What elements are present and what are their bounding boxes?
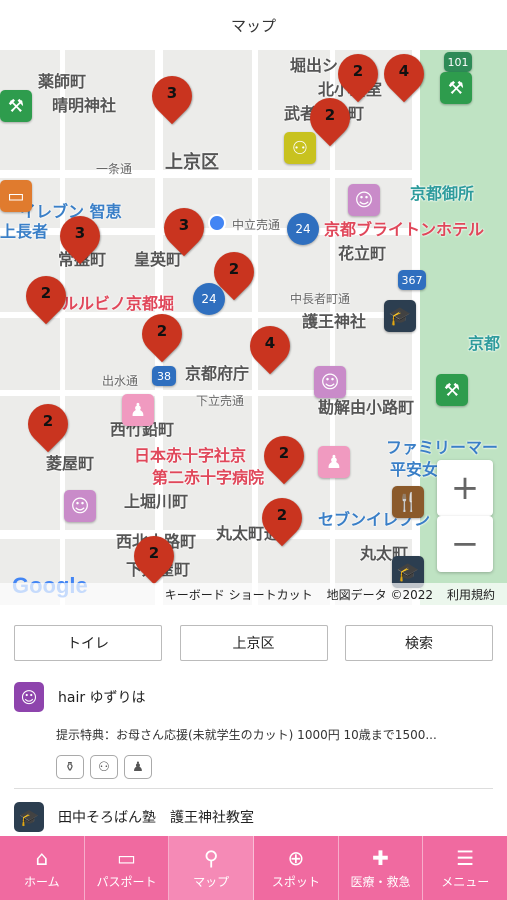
restaurant-icon[interactable]: 🍴 <box>392 486 424 518</box>
map-label: 日本赤十字社京 <box>134 446 247 465</box>
location-dot <box>208 214 226 232</box>
map-label: 堀出シ <box>290 56 339 75</box>
route-shield: 38 <box>152 366 176 386</box>
cluster-marker[interactable]: 4 <box>375 50 433 104</box>
map-label: 護王神社 <box>302 312 367 331</box>
spot-search-icon: ⊕ <box>287 845 305 870</box>
item-description: 提示特典：お母さん応援(未就学生のカット) 1000円 10歳まで1500... <box>56 728 437 742</box>
map-label: 下立売通 <box>196 394 245 408</box>
route-shield: 101 <box>444 52 472 72</box>
map-label: 上堀川町 <box>124 492 189 511</box>
map-label: 第二赤十字病院 <box>152 468 265 487</box>
map-label: ファミリーマー <box>386 438 499 457</box>
item-title: hair ゆずりは <box>58 690 146 706</box>
cluster-marker[interactable]: 2 <box>205 243 263 302</box>
map-label: 京都府庁 <box>185 364 250 383</box>
map-label: 京都ブライトンホテル <box>324 220 485 239</box>
salon-icon[interactable]: ☺ <box>64 490 96 522</box>
bottle-icon: ⚱ <box>56 755 84 779</box>
map-label: 上京区 <box>165 152 219 173</box>
road <box>60 50 65 605</box>
filter-toilet-button[interactable]: トイレ <box>14 625 162 661</box>
terms-link[interactable]: 利用規約 <box>447 586 495 603</box>
home-icon: ⌂ <box>35 845 49 870</box>
cluster-marker[interactable]: 4 <box>241 317 299 376</box>
page-title: マップ <box>230 16 276 35</box>
cluster-marker[interactable]: 2 <box>125 527 183 586</box>
nav-passport[interactable]: ▭ パスポート <box>85 836 170 900</box>
restroom-icon: ⚇ <box>90 755 118 779</box>
nav-medical[interactable]: ✚ 医療・救急 <box>339 836 424 900</box>
map-view[interactable]: 薬師町 晴明神社 上京区 イレブン 智恵 上長者 常盤町 皇英町 中立売通 ホテ… <box>0 50 507 605</box>
list-item[interactable]: ☺ hair ゆずりは 提示特典：お母さん応援(未就学生のカット) 1000円 … <box>14 682 493 779</box>
route-shield: 24 <box>287 213 319 245</box>
cluster-marker[interactable]: 3 <box>51 207 109 266</box>
keyboard-shortcuts-link[interactable]: キーボード ショートカット <box>165 586 313 603</box>
map-data-text: 地図データ ©2022 <box>326 587 433 602</box>
graduation-cap-icon[interactable]: 🎓 <box>384 300 416 332</box>
cluster-marker[interactable]: 2 <box>301 89 359 148</box>
map-label: 花立町 <box>338 244 387 263</box>
zoom-out-button[interactable]: − <box>437 516 493 572</box>
list-item[interactable]: 🎓 田中そろばん塾 護王神社教室 <box>14 802 493 832</box>
tool-icon[interactable]: ⚒ <box>440 72 472 104</box>
cluster-marker[interactable]: 3 <box>155 199 213 258</box>
menu-icon: ☰ <box>456 845 475 870</box>
filter-area-button[interactable]: 上京区 <box>179 625 328 661</box>
baby-care-icon[interactable]: ♟ <box>122 394 154 426</box>
cluster-marker[interactable]: 2 <box>253 489 311 548</box>
map-label: 京都御所 <box>410 184 475 203</box>
map-label: 一条通 <box>96 162 133 176</box>
nav-spot[interactable]: ⊕ スポット <box>254 836 339 900</box>
zoom-in-button[interactable]: + <box>437 460 493 516</box>
cluster-marker[interactable]: 2 <box>19 395 77 454</box>
cluster-marker[interactable]: 2 <box>17 267 75 326</box>
map-attribution: キーボード ショートカット 地図データ ©2022 利用規約 <box>0 583 507 605</box>
map-label: 出水通 <box>102 374 139 388</box>
cluster-marker[interactable]: 2 <box>133 305 191 364</box>
item-title: 田中そろばん塾 護王神社教室 <box>58 810 254 826</box>
route-shield: 367 <box>398 270 426 290</box>
divider <box>14 788 493 789</box>
tool-icon[interactable]: ⚒ <box>0 90 32 122</box>
baby-care-icon[interactable]: ♟ <box>318 446 350 478</box>
passport-icon: ▭ <box>117 845 136 870</box>
filter-bar: トイレ 上京区 検索 <box>14 625 493 661</box>
amenity-icons: ⚱ ⚇ ♟ <box>56 755 493 779</box>
salon-icon[interactable]: ☺ <box>314 366 346 398</box>
map-label: 上長者 <box>0 222 49 241</box>
nav-menu[interactable]: ☰ メニュー <box>423 836 507 900</box>
cluster-marker[interactable]: 3 <box>143 67 201 126</box>
graduation-cap-icon: 🎓 <box>14 802 44 832</box>
app-header: マップ <box>0 0 507 50</box>
cluster-marker[interactable]: 2 <box>255 427 313 486</box>
map-label: 中長者町通 <box>290 292 351 306</box>
baby-icon: ♟ <box>124 755 152 779</box>
map-label: 平安女 <box>390 460 439 479</box>
shop-icon[interactable]: ▭ <box>0 180 32 212</box>
nav-home[interactable]: ⌂ ホーム <box>0 836 85 900</box>
map-label: 晴明神社 <box>52 96 117 115</box>
medical-plus-icon: ✚ <box>372 845 389 870</box>
salon-icon[interactable]: ☺ <box>348 184 380 216</box>
tool-icon[interactable]: ⚒ <box>436 374 468 406</box>
map-pin-icon: ⚲ <box>203 845 219 870</box>
salon-icon: ☺ <box>14 682 44 712</box>
map-label: 中立売通 <box>232 218 281 232</box>
bottom-navigation: ⌂ ホーム ▭ パスポート ⚲ マップ ⊕ スポット ✚ 医療・救急 ☰ メニュ… <box>0 836 507 900</box>
nav-map[interactable]: ⚲ マップ <box>169 836 255 900</box>
search-button[interactable]: 検索 <box>345 625 493 661</box>
map-label: 京都 <box>468 334 501 353</box>
map-label: 薬師町 <box>38 72 87 91</box>
